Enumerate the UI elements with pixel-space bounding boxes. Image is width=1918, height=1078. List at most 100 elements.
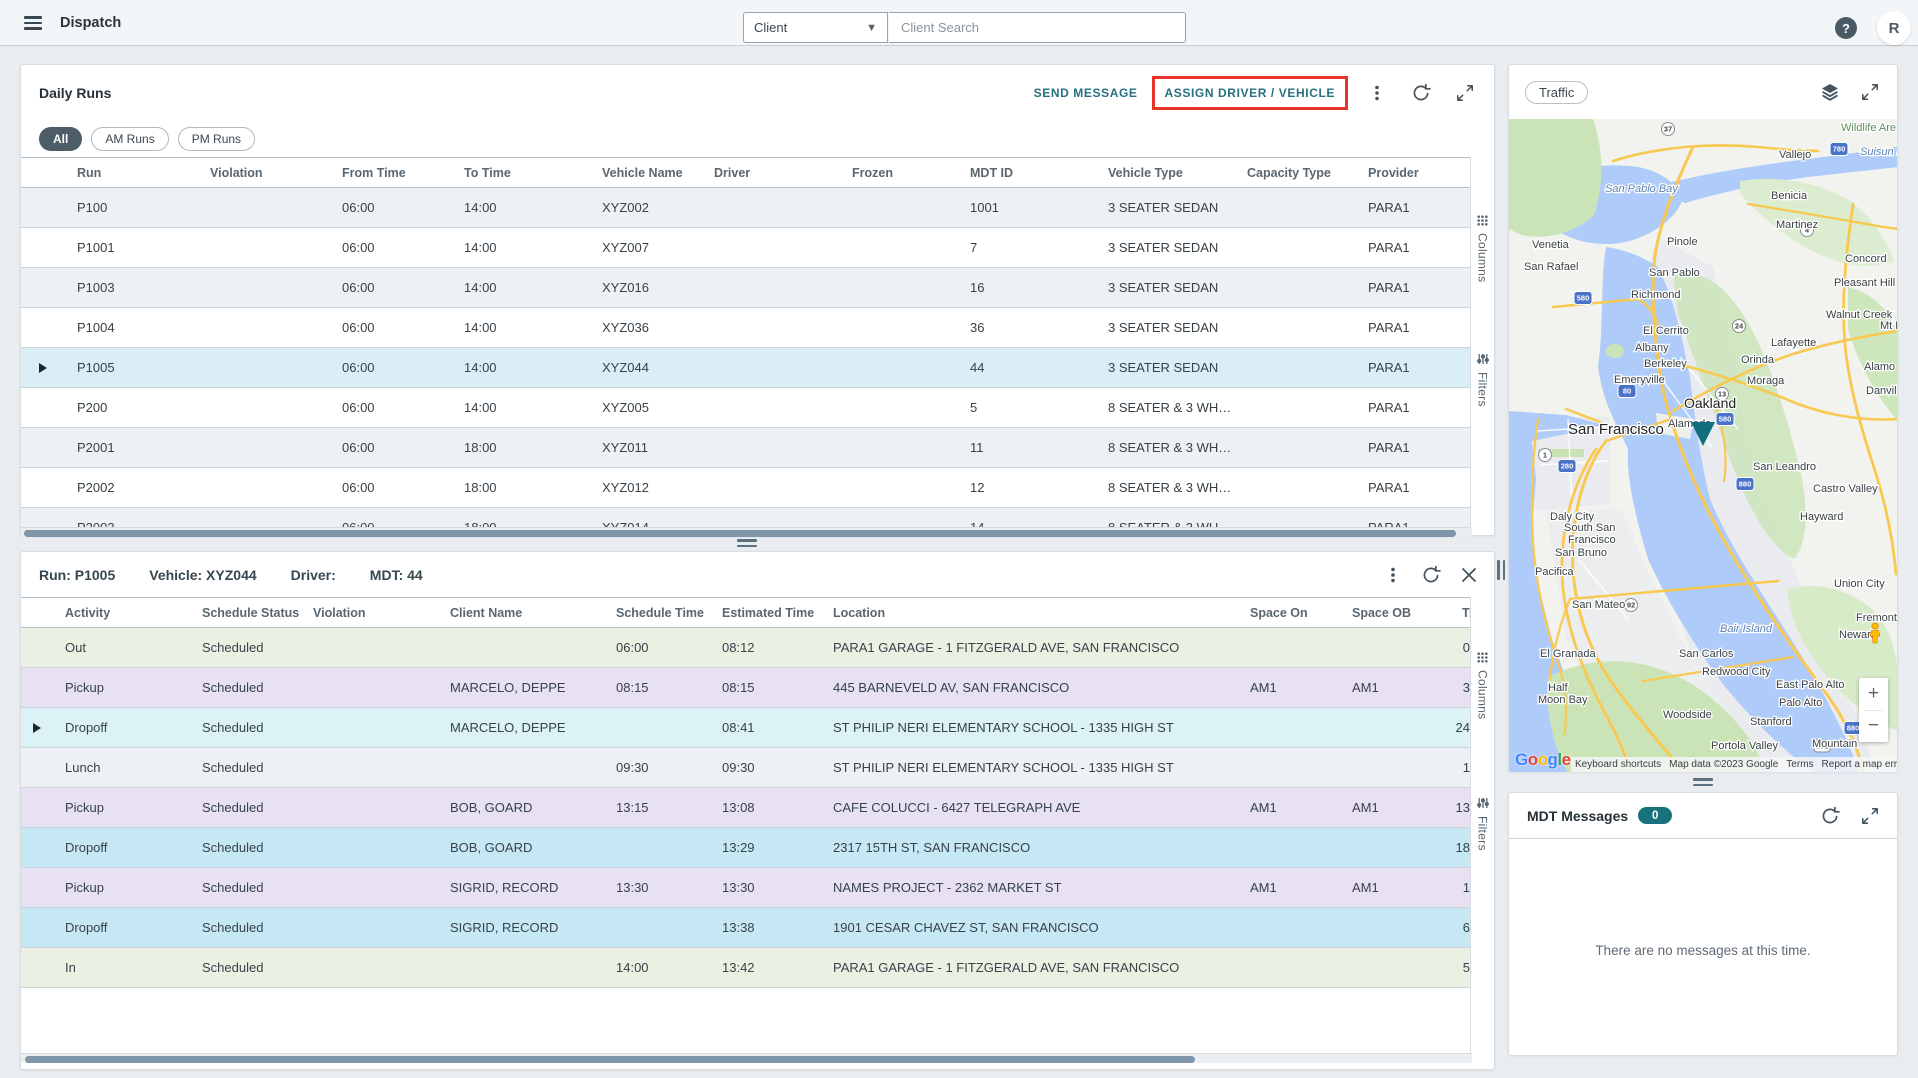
map-attribution-link[interactable]: Map data ©2023 Google [1665, 759, 1782, 770]
map-attribution-link[interactable]: Terms [1782, 759, 1817, 770]
run-filter-chip[interactable]: AM Runs [91, 127, 168, 151]
table-row[interactable]: P200106:0018:00XYZ011118 SEATER & 3 WH…P… [21, 428, 1472, 468]
map-place-label: San Bruno [1555, 547, 1607, 559]
column-header[interactable]: MDT ID [958, 166, 1096, 180]
column-header[interactable]: From Time [330, 166, 452, 180]
cell-space_on: AM1 [1238, 800, 1340, 815]
table-row[interactable]: P100506:0014:00XYZ044443 SEATER SEDANPAR… [21, 348, 1472, 388]
column-header[interactable]: Run [65, 166, 198, 180]
column-header[interactable]: Frozen [840, 166, 958, 180]
columns-tab[interactable]: Columns [1471, 215, 1494, 282]
column-header[interactable]: Tra [1450, 606, 1472, 620]
panel-resize-handle-vertical[interactable] [1497, 560, 1507, 580]
map-place-label: San Pablo [1649, 267, 1700, 279]
activity-row[interactable]: PickupScheduledMARCELO, DEPPE08:1508:154… [21, 668, 1472, 708]
street-view-pegman-icon[interactable] [1867, 622, 1883, 644]
column-header[interactable]: To Time [452, 166, 590, 180]
map-canvas[interactable]: 377804580241380580128088092880101 Wildli… [1509, 119, 1897, 772]
avatar[interactable]: R [1877, 11, 1911, 45]
cell-mdt: 44 [958, 360, 1096, 375]
cell-sched: 14:00 [604, 960, 710, 975]
activity-row[interactable]: LunchScheduled09:3009:30ST PHILIP NERI E… [21, 748, 1472, 788]
hamburger-menu-icon[interactable] [24, 16, 42, 30]
column-header[interactable]: Space OB [1340, 606, 1450, 620]
activity-row[interactable]: DropoffScheduledBOB, GOARD13:292317 15TH… [21, 828, 1472, 868]
column-header[interactable]: Capacity Type [1235, 166, 1356, 180]
filters-tab-label: Filters [1476, 372, 1490, 407]
map-place-label: Hayward [1800, 511, 1843, 523]
refresh-icon[interactable] [1815, 801, 1845, 831]
column-header[interactable]: Space On [1238, 606, 1340, 620]
activity-row[interactable]: PickupScheduledBOB, GOARD13:1513:08CAFE … [21, 788, 1472, 828]
help-icon[interactable]: ? [1835, 17, 1857, 39]
activity-row[interactable]: InScheduled14:0013:42PARA1 GARAGE - 1 FI… [21, 948, 1472, 988]
cell-provider: PARA1 [1356, 240, 1472, 255]
assign-driver-vehicle-button[interactable]: ASSIGN DRIVER / VEHICLE [1165, 86, 1336, 100]
refresh-icon[interactable] [1416, 560, 1446, 590]
filters-tab[interactable]: Filters [1471, 353, 1494, 407]
route-shield: 280 [1558, 460, 1576, 473]
table-row[interactable]: P100406:0014:00XYZ036363 SEATER SEDANPAR… [21, 308, 1472, 348]
column-header[interactable]: Schedule Time [604, 606, 710, 620]
table-row[interactable]: P200306:0018:00XYZ014148 SEATER & 3 WH…P… [21, 508, 1472, 529]
table-row[interactable]: P100306:0014:00XYZ016163 SEATER SEDANPAR… [21, 268, 1472, 308]
map-place-label: Danville [1866, 385, 1897, 397]
cell-activity: Dropoff [53, 920, 190, 935]
close-icon[interactable] [1454, 560, 1484, 590]
column-header[interactable]: Provider [1356, 166, 1472, 180]
column-header[interactable]: Client Name [438, 606, 604, 620]
expand-icon[interactable] [1855, 77, 1885, 107]
expand-icon[interactable] [1855, 801, 1885, 831]
client-search-input[interactable] [889, 12, 1186, 43]
run-filter-chip[interactable]: PM Runs [178, 127, 255, 151]
column-header[interactable]: Schedule Status [190, 606, 301, 620]
column-header[interactable]: Estimated Time [710, 606, 821, 620]
daily-runs-panel: Daily Runs SEND MESSAGE ASSIGN DRIVER / … [20, 64, 1495, 536]
more-options-icon[interactable] [1378, 560, 1408, 590]
table-row[interactable]: P10006:0014:00XYZ00210013 SEATER SEDANPA… [21, 188, 1472, 228]
run-summary-item: MDT: 44 [370, 567, 423, 583]
zoom-out-button[interactable]: − [1859, 711, 1888, 743]
map-place-label: Oakland [1684, 395, 1736, 411]
refresh-icon[interactable] [1406, 78, 1436, 108]
more-options-icon[interactable] [1362, 78, 1392, 108]
cell-vehicle: XYZ007 [590, 240, 702, 255]
activity-row[interactable]: OutScheduled06:0008:12PARA1 GARAGE - 1 F… [21, 628, 1472, 668]
columns-tab[interactable]: Columns [1471, 652, 1494, 719]
cell-activity: Out [53, 640, 190, 655]
map-place-label: Half [1548, 682, 1569, 694]
zoom-in-button[interactable]: + [1859, 678, 1888, 710]
expand-icon[interactable] [1450, 78, 1480, 108]
map-attribution-link[interactable]: Report a map error [1818, 759, 1897, 770]
activity-row[interactable]: DropoffScheduledSIGRID, RECORD13:381901 … [21, 908, 1472, 948]
column-header[interactable]: Violation [198, 166, 330, 180]
map-attribution-link[interactable]: Keyboard shortcuts [1571, 759, 1665, 770]
run-filter-chip[interactable]: All [39, 127, 82, 151]
daily-runs-hscrollbar[interactable] [21, 527, 1472, 537]
route-shield: 37 [1662, 123, 1675, 136]
activity-hscrollbar[interactable] [21, 1053, 1472, 1063]
activity-row[interactable]: PickupScheduledSIGRID, RECORD13:3013:30N… [21, 868, 1472, 908]
cell-mdt: 5 [958, 400, 1096, 415]
filters-tab[interactable]: Filters [1471, 797, 1494, 851]
panel-resize-handle-horizontal[interactable] [737, 539, 757, 547]
column-header[interactable]: Activity [53, 606, 190, 620]
daily-runs-table-header: RunViolationFrom TimeTo TimeVehicle Name… [21, 157, 1472, 188]
client-type-select[interactable]: Client ▼ [743, 12, 888, 43]
map-place-label: Berkeley [1644, 358, 1687, 370]
traffic-toggle-button[interactable]: Traffic [1525, 81, 1588, 104]
column-header[interactable]: Vehicle Type [1096, 166, 1235, 180]
send-message-button[interactable]: SEND MESSAGE [1034, 86, 1138, 100]
activity-row[interactable]: DropoffScheduledMARCELO, DEPPE08:41ST PH… [21, 708, 1472, 748]
table-row[interactable]: P20006:0014:00XYZ00558 SEATER & 3 WH…PAR… [21, 388, 1472, 428]
column-header[interactable]: Driver [702, 166, 840, 180]
column-header[interactable]: Location [821, 606, 1238, 620]
column-header[interactable]: Vehicle Name [590, 166, 702, 180]
panel-resize-handle-horizontal[interactable] [1693, 778, 1713, 786]
layers-icon[interactable] [1815, 77, 1845, 107]
table-row[interactable]: P100106:0014:00XYZ00773 SEATER SEDANPARA… [21, 228, 1472, 268]
table-row[interactable]: P200206:0018:00XYZ012128 SEATER & 3 WH…P… [21, 468, 1472, 508]
cell-vehicle: XYZ036 [590, 320, 702, 335]
column-header[interactable]: Violation [301, 606, 438, 620]
cell-location: 1901 CESAR CHAVEZ ST, SAN FRANCISCO [821, 920, 1238, 935]
